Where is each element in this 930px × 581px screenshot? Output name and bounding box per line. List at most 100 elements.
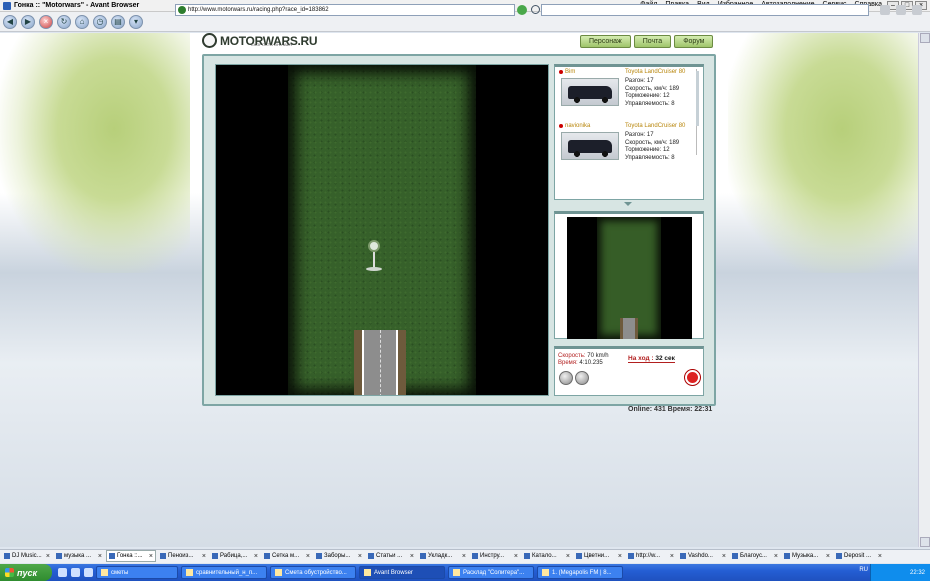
close-tab-icon: ×	[97, 552, 102, 560]
browser-tab[interactable]: Благоус... ×	[730, 550, 780, 562]
browser-tab-strip: DJ Music... × музыка ... × Гонка ::... × Пе…	[0, 549, 930, 563]
browser-tab[interactable]: http://w... ×	[626, 550, 676, 562]
forward-icon[interactable]: ▶	[21, 14, 35, 29]
history-icon[interactable]: ◷	[93, 14, 107, 29]
site-nav: Персонаж Почта Форум	[580, 35, 714, 48]
collapse-arrow-icon[interactable]	[624, 202, 632, 207]
race-track-view[interactable]	[215, 64, 549, 396]
car-model: Toyota LandCruiser 80	[625, 123, 686, 129]
logo-icon	[202, 33, 217, 48]
browser-tab[interactable]: Рабица,... ×	[210, 550, 260, 562]
close-tab-icon: ×	[513, 552, 518, 560]
close-tab-icon: ×	[45, 552, 50, 560]
taskbar-item-active[interactable]: Avant Browser	[359, 566, 445, 579]
fullscreen-icon[interactable]	[912, 5, 922, 15]
tools-icon[interactable]	[896, 5, 906, 15]
browser-icon	[364, 569, 371, 576]
tray-clock[interactable]: 22:32	[910, 570, 925, 576]
browser-tab[interactable]: музыка ... ×	[54, 550, 104, 562]
document-icon	[186, 569, 193, 576]
car-stats: Разгон: 17 Скорость, км/ч: 189 Торможени…	[625, 78, 680, 107]
taskbar-item[interactable]: 1. (Megapolis FM | 8...	[537, 566, 623, 579]
close-tab-icon: ×	[148, 552, 153, 560]
address-text: http://www.motorwars.ru/racing.php?race_…	[188, 7, 329, 13]
browser-tab[interactable]: Пеноиз... ×	[158, 550, 208, 562]
media-player-icon	[542, 569, 549, 576]
accelerate-button[interactable]	[559, 371, 573, 385]
taskbar-item[interactable]: Смета обустройство...	[270, 566, 356, 579]
address-bar[interactable]: http://www.motorwars.ru/racing.php?race_…	[175, 4, 515, 16]
taskbar-item[interactable]: сметы	[96, 566, 178, 579]
stop-icon[interactable]: ×	[39, 14, 53, 29]
close-tab-icon: ×	[773, 552, 778, 560]
language-indicator[interactable]: RU	[859, 567, 868, 573]
browser-tab[interactable]: Цветни... ×	[574, 550, 624, 562]
web-page: MOTORWARS.RU СКОРОСТЬ ОН-ЛАЙН Персонаж П…	[0, 33, 930, 547]
player-name[interactable]: navionika	[559, 123, 590, 129]
browser-tab[interactable]: Инстру... ×	[470, 550, 520, 562]
stop-race-button[interactable]	[685, 370, 700, 385]
players-panel: Bim Toyota LandCruiser 80 Разгон: 17 Ско…	[554, 64, 704, 200]
close-tab-icon: ×	[201, 552, 206, 560]
browser-tab-active[interactable]: Гонка ::... ×	[106, 550, 156, 562]
close-tab-icon: ×	[253, 552, 258, 560]
quicklaunch-icon[interactable]	[58, 568, 67, 577]
close-tab-icon: ×	[409, 552, 414, 560]
taskbar-item[interactable]: сравнительный_н_п...	[181, 566, 267, 579]
checkpoint-sign-icon	[364, 240, 386, 274]
close-tab-icon: ×	[617, 552, 622, 560]
close-tab-icon: ×	[669, 552, 674, 560]
download-icon[interactable]: ▾	[129, 14, 143, 29]
browser-tab[interactable]: Сетка м... ×	[262, 550, 312, 562]
player-card: navionika Toyota LandCruiser 80 Разгон: …	[559, 123, 699, 175]
game-frame: Bim Toyota LandCruiser 80 Разгон: 17 Ско…	[202, 54, 716, 406]
quicklaunch-icon[interactable]	[71, 568, 80, 577]
home-icon[interactable]: ⌂	[75, 14, 89, 29]
browser-tab[interactable]: Статьи ... ×	[366, 550, 416, 562]
go-icon[interactable]	[517, 5, 527, 15]
minimap-panel	[554, 211, 704, 339]
document-icon	[275, 569, 282, 576]
close-tab-icon: ×	[565, 552, 570, 560]
close-tab-icon: ×	[825, 552, 830, 560]
taskbar-item[interactable]: Расклад "Солитера"...	[448, 566, 534, 579]
back-icon[interactable]: ◀	[3, 14, 17, 29]
players-scrollbar[interactable]	[696, 69, 700, 155]
quicklaunch-icon[interactable]	[84, 568, 93, 577]
browser-tab[interactable]: Vashdo... ×	[678, 550, 728, 562]
nav-mail-button[interactable]: Почта	[633, 35, 672, 48]
cards-icon	[453, 569, 460, 576]
race-status-panel: Скорость: 70 km/h Время: 4:10.235 На ход…	[554, 346, 704, 396]
extra-tools	[880, 5, 922, 15]
close-tab-icon: ×	[357, 552, 362, 560]
browser-tab[interactable]: Музыка... ×	[782, 550, 832, 562]
search-icon	[531, 5, 540, 14]
nav-character-button[interactable]: Персонаж	[580, 35, 631, 48]
browser-tab[interactable]: Укладк... ×	[418, 550, 468, 562]
start-button[interactable]: пуск	[0, 564, 52, 581]
decorative-leaves-right	[728, 33, 918, 273]
decorative-leaves-left	[0, 33, 190, 273]
refresh-icon[interactable]: ↻	[57, 14, 71, 29]
panel-icon[interactable]: ▤	[111, 14, 125, 29]
brake-button[interactable]	[575, 371, 589, 385]
track-road	[354, 330, 406, 395]
browser-tab[interactable]: Катало... ×	[522, 550, 572, 562]
player-name[interactable]: Bim	[559, 69, 575, 75]
zoom-icon[interactable]	[880, 5, 890, 15]
car-model: Toyota LandCruiser 80	[625, 69, 686, 75]
browser-tab[interactable]: Deposit ... ×	[834, 550, 884, 562]
car-image	[561, 78, 619, 106]
close-tab-icon: ×	[305, 552, 310, 560]
browser-tab[interactable]: Заборы... ×	[314, 550, 364, 562]
scroll-down-icon[interactable]	[920, 537, 930, 547]
speed-readout: Скорость: 70 km/h	[558, 353, 609, 359]
scroll-up-icon[interactable]	[920, 33, 930, 43]
system-tray: 22:32	[870, 564, 930, 581]
page-scrollbar[interactable]	[918, 33, 930, 547]
search-input[interactable]	[541, 4, 869, 16]
nav-forum-button[interactable]: Форум	[674, 35, 714, 48]
browser-tab[interactable]: DJ Music... ×	[2, 550, 52, 562]
car-stats: Разгон: 17 Скорость, км/ч: 189 Торможени…	[625, 132, 680, 161]
site-tagline: СКОРОСТЬ ОН-ЛАЙН	[251, 42, 293, 47]
